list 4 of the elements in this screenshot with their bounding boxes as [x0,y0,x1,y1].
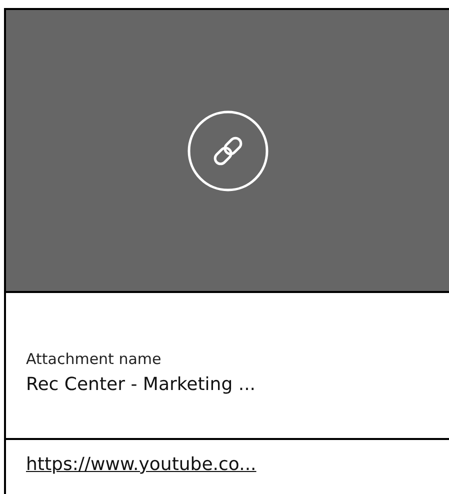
attachment-name: Rec Center - Marketing ... [26,374,256,395]
attachment-link[interactable]: https://www.youtube.co... [26,454,256,475]
link-icon [186,110,268,192]
field-label: Attachment name [26,350,162,368]
